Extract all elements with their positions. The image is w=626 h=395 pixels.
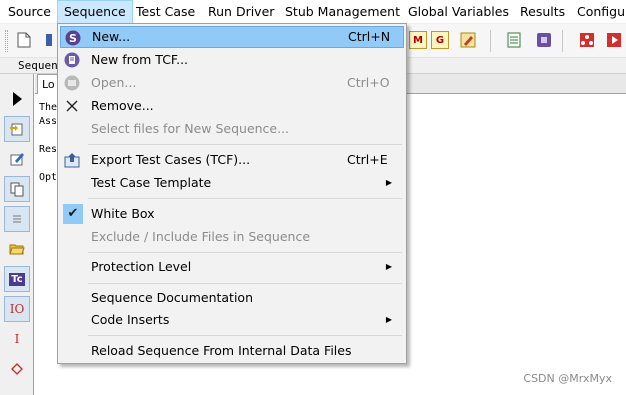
menu-item-label: Protection Level — [91, 259, 192, 274]
menu-separator — [88, 335, 402, 336]
log-line: Res — [39, 144, 58, 155]
open-folder-icon[interactable] — [4, 236, 30, 262]
menu-item-label: Export Test Cases (TCF)... — [91, 152, 251, 167]
edit-document-icon[interactable] — [459, 31, 477, 49]
purple-module-icon[interactable] — [535, 31, 553, 49]
toolbar-partial-icon[interactable] — [40, 31, 58, 49]
menu-item-white-box[interactable]: ✔ White Box — [60, 203, 404, 225]
submenu-arrow-icon: ▶ — [385, 178, 392, 187]
menu-item-reload-sequence[interactable]: Reload Sequence From Internal Data Files — [60, 340, 404, 362]
red-m-toolbar-icon[interactable]: M — [409, 31, 427, 49]
list-icon[interactable] — [4, 206, 30, 232]
toolbar-separator-2 — [562, 30, 563, 52]
menu-item-code-inserts[interactable]: Code Inserts ▶ — [60, 309, 404, 331]
g-toolbar-icon[interactable]: G — [431, 31, 449, 49]
menu-stub-management[interactable]: Stub Management — [279, 0, 406, 24]
menu-item-shortcut: Ctrl+O — [347, 75, 390, 90]
menu-results[interactable]: Results — [514, 0, 571, 24]
menu-separator — [88, 252, 402, 253]
menu-source[interactable]: Source — [2, 0, 57, 24]
checkmark-icon: ✔ — [63, 204, 83, 224]
new-file-icon[interactable] — [15, 31, 33, 49]
diamond-icon[interactable] — [4, 356, 30, 382]
menu-item-shortcut: Ctrl+N — [348, 29, 391, 44]
menu-separator — [88, 144, 402, 145]
menu-test-case[interactable]: Test Case — [130, 0, 201, 24]
menu-item-select-files[interactable]: Select files for New Sequence... — [60, 118, 404, 140]
green-report-icon[interactable] — [505, 31, 523, 49]
open-disabled-icon — [64, 75, 80, 91]
log-line: The — [39, 102, 58, 113]
edit-step-icon[interactable] — [4, 146, 30, 172]
io-icon[interactable]: IO — [4, 296, 30, 322]
menu-item-label: Reload Sequence From Internal Data Files — [91, 343, 352, 358]
submenu-arrow-icon: ▶ — [385, 262, 392, 271]
menu-item-label: Select files for New Sequence... — [91, 121, 290, 136]
copy-icon[interactable] — [4, 176, 30, 202]
toolbar-separator — [490, 30, 491, 52]
menu-separator — [88, 283, 402, 284]
menu-item-label: Test Case Template — [91, 175, 212, 190]
menu-global-variables[interactable]: Global Variables — [402, 0, 515, 24]
menu-item-label: Sequence Documentation — [91, 290, 253, 305]
menu-sequence[interactable]: Sequence — [57, 0, 133, 24]
watermark-text: CSDN @MrxMyx — [523, 372, 612, 385]
log-line: Ass — [39, 116, 58, 127]
left-toolbar: Tc IO I — [0, 74, 34, 395]
svg-text:S: S — [69, 32, 77, 45]
export-tcf-icon — [64, 152, 80, 168]
menu-item-label: Open... — [91, 75, 137, 90]
toolbar-grip[interactable] — [5, 30, 8, 52]
menu-bar: Source Sequence Test Case Run Driver Stu… — [0, 0, 626, 24]
menu-item-shortcut: Ctrl+E — [347, 152, 388, 167]
menu-item-export-tcf[interactable]: Export Test Cases (TCF)... Ctrl+E — [60, 149, 404, 171]
sequence-tab-label[interactable]: Sequen — [18, 59, 58, 72]
menu-item-label: New... — [92, 29, 131, 44]
menu-configure[interactable]: Configur — [571, 0, 626, 24]
sequence-s-icon: S — [65, 30, 81, 46]
menu-item-protection-level[interactable]: Protection Level ▶ — [60, 256, 404, 278]
menu-item-label: New from TCF... — [91, 52, 189, 67]
menu-item-open[interactable]: Open... Ctrl+O — [60, 72, 404, 94]
menu-item-remove[interactable]: Remove... — [60, 95, 404, 117]
menu-item-new-from-tcf[interactable]: New from TCF... — [60, 49, 404, 71]
menu-item-label: Exclude / Include Files in Sequence — [91, 229, 311, 244]
menu-item-label: Remove... — [91, 98, 154, 113]
input-icon[interactable]: I — [4, 326, 30, 352]
sequence-dropdown-menu: S New... Ctrl+N New from TCF... Open... … — [57, 23, 407, 364]
red-play-icon[interactable] — [605, 31, 623, 49]
submenu-arrow-icon: ▶ — [385, 315, 392, 324]
menu-item-label: Code Inserts — [91, 312, 170, 327]
red-network-icon[interactable] — [578, 31, 596, 49]
menu-item-exclude-include[interactable]: Exclude / Include Files in Sequence — [60, 226, 404, 248]
menu-item-label: White Box — [91, 206, 155, 221]
menu-item-new[interactable]: S New... Ctrl+N — [60, 26, 404, 48]
tc-icon[interactable]: Tc — [4, 266, 30, 292]
x-remove-icon — [64, 98, 80, 114]
log-line: Opt — [39, 172, 58, 183]
run-arrow-icon[interactable] — [4, 86, 30, 112]
menu-run-driver[interactable]: Run Driver — [202, 0, 280, 24]
menu-separator — [88, 198, 402, 199]
sequence-tcf-icon — [64, 52, 80, 68]
menu-item-test-case-template[interactable]: Test Case Template ▶ — [60, 172, 404, 194]
insert-step-icon[interactable] — [4, 116, 30, 142]
menu-item-sequence-documentation[interactable]: Sequence Documentation — [60, 287, 404, 309]
